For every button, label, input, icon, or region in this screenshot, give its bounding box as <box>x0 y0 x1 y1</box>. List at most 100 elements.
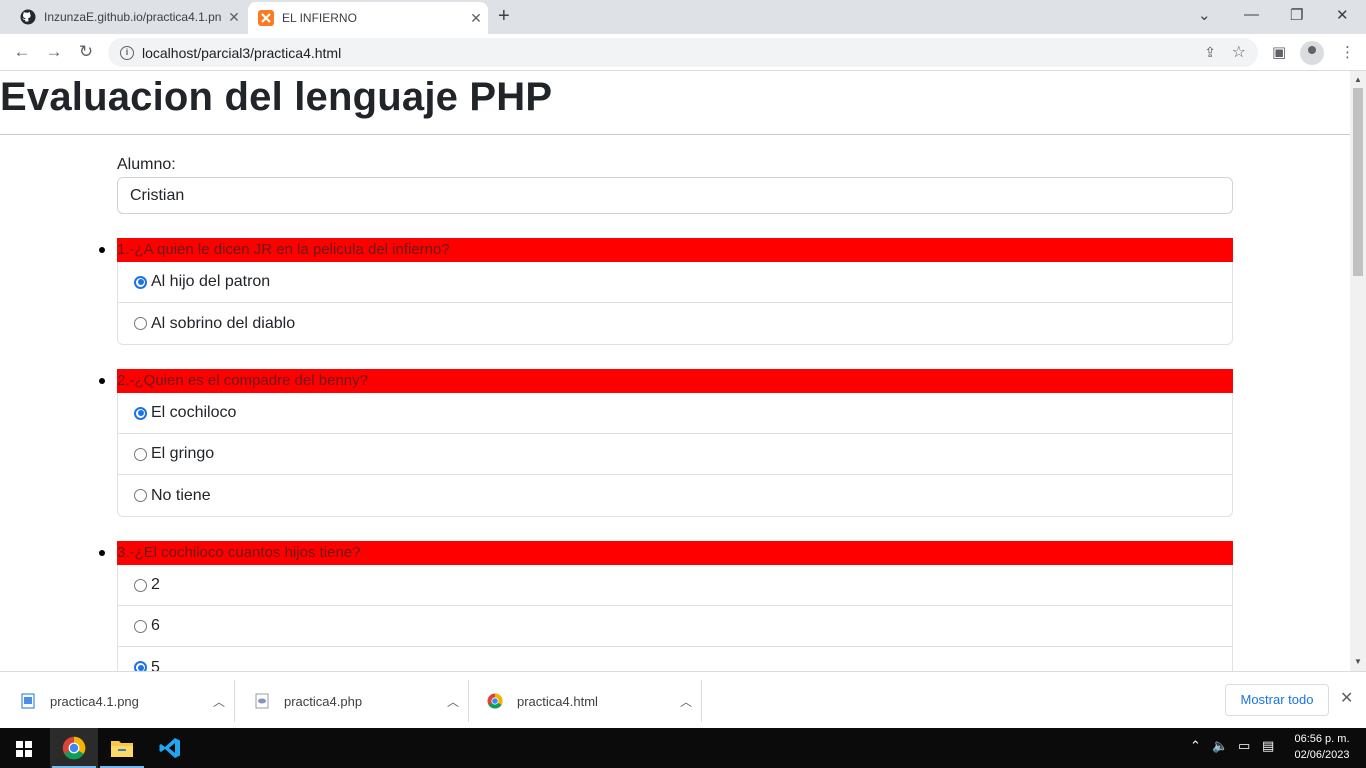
tab-el-infierno[interactable]: EL INFIERNO ✕ <box>248 2 488 34</box>
show-all-button[interactable]: Mostrar todo <box>1225 684 1329 716</box>
bookmark-star-icon[interactable]: ☆ <box>1232 42 1246 62</box>
clock-time: 06:56 p. m. <box>1294 733 1350 745</box>
windows-start-icon[interactable] <box>16 741 32 757</box>
info-icon[interactable]: i <box>120 45 134 60</box>
xampp-icon <box>258 10 274 26</box>
forward-icon[interactable]: → <box>44 42 64 62</box>
radio-button[interactable] <box>134 317 147 330</box>
radio-button-checked[interactable] <box>134 661 147 671</box>
vscode-icon <box>159 738 180 758</box>
scroll-up-icon[interactable]: ▲ <box>1354 75 1362 84</box>
option-row[interactable]: Al sobrino del diablo <box>118 303 1232 344</box>
volume-icon[interactable]: 🔈 <box>1212 738 1228 754</box>
tab-github[interactable]: InzunzaE.github.io/practica4.1.pn ✕ <box>10 0 246 34</box>
alumno-label: Alumno: <box>117 156 176 173</box>
chevron-up-icon[interactable]: ⌃ <box>1190 738 1201 754</box>
question-text: 3.-¿El cochiloco cuantos hijos tiene? <box>117 541 1233 565</box>
chevron-up-icon[interactable]: ︿ <box>671 693 701 710</box>
system-clock[interactable]: 06:56 p. m. 02/06/2023 <box>1282 731 1362 763</box>
question-text: 2.-¿Quien es el compadre del benny? <box>117 369 1233 393</box>
option-label: Al sobrino del diablo <box>151 314 296 332</box>
notifications-icon[interactable]: ▤ <box>1262 738 1274 754</box>
options-list: El cochiloco El gringo No tiene <box>117 393 1233 517</box>
option-label: El gringo <box>151 445 215 462</box>
option-label: Al hijo del patron <box>151 273 271 290</box>
option-row[interactable]: 5 <box>118 647 1232 671</box>
download-item[interactable]: practica4.php ︿ <box>236 680 469 722</box>
options-list: 2 6 5 <box>117 565 1233 671</box>
option-row[interactable]: El cochiloco <box>118 393 1232 434</box>
download-name: practica4.php <box>284 693 363 709</box>
download-item[interactable]: practica4.1.png ︿ <box>2 680 235 722</box>
address-bar[interactable]: i localhost/parcial3/practica4.html ⇪ ☆ <box>108 38 1258 67</box>
taskbar-vscode[interactable] <box>146 728 194 768</box>
option-label: No tiene <box>151 486 211 504</box>
new-tab-icon[interactable]: + <box>498 6 510 26</box>
php-file-icon <box>254 693 270 709</box>
radio-button[interactable] <box>134 578 147 592</box>
menu-icon[interactable]: ⋮ <box>1340 43 1355 61</box>
vertical-scrollbar[interactable]: ▲ ▼ <box>1350 71 1366 671</box>
back-icon[interactable]: ← <box>12 42 32 62</box>
restore-icon[interactable]: ❐ <box>1290 6 1303 24</box>
tab-search-icon[interactable]: ⌄ <box>1198 6 1211 24</box>
chrome-icon <box>62 736 86 760</box>
chevron-up-icon[interactable]: ︿ <box>204 693 234 710</box>
clock-date: 02/06/2023 <box>1294 749 1350 761</box>
tab-strip: InzunzaE.github.io/practica4.1.pn ✕ EL I… <box>0 0 1366 34</box>
bullet <box>99 247 105 253</box>
chrome-icon <box>487 693 503 709</box>
folder-icon <box>111 741 133 757</box>
url-text: localhost/parcial3/practica4.html <box>142 44 342 61</box>
tab-title: InzunzaE.github.io/practica4.1.pn <box>44 10 222 24</box>
reload-icon[interactable]: ↻ <box>76 42 96 62</box>
taskbar-chrome[interactable] <box>50 728 98 768</box>
download-name: practica4.html <box>517 693 598 709</box>
close-icon[interactable]: ✕ <box>464 10 488 27</box>
page-title: Evaluacion del lenguaje PHP <box>0 75 553 119</box>
download-shelf: practica4.1.png ︿ practica4.php ︿ practi… <box>0 671 1366 728</box>
image-file-icon <box>20 693 36 709</box>
download-name: practica4.1.png <box>50 693 139 709</box>
close-icon[interactable]: ✕ <box>222 9 246 26</box>
radio-button[interactable] <box>134 489 147 502</box>
radio-button-checked[interactable] <box>134 275 147 289</box>
bullet <box>99 550 105 556</box>
option-row[interactable]: No tiene <box>118 475 1232 516</box>
network-icon[interactable]: ▭ <box>1238 738 1250 754</box>
option-row[interactable]: El gringo <box>118 434 1232 475</box>
option-row[interactable]: Al hijo del patron <box>118 262 1232 303</box>
options-list: Al hijo del patron Al sobrino del diablo <box>117 262 1233 345</box>
option-label: 5 <box>151 658 160 672</box>
window-close-icon[interactable]: ✕ <box>1336 6 1349 24</box>
option-label: 6 <box>151 617 160 634</box>
chevron-up-icon[interactable]: ︿ <box>438 693 468 710</box>
browser-toolbar: ← → ↻ i localhost/parcial3/practica4.htm… <box>0 34 1366 71</box>
radio-button[interactable] <box>134 447 147 461</box>
radio-button[interactable] <box>134 619 147 633</box>
question-1: 1.-¿A quien le dicen JR en la pelicula d… <box>99 238 1233 345</box>
windows-taskbar: ⌃ 🔈 ▭ ▤ 06:56 p. m. 02/06/2023 <box>0 728 1366 768</box>
question-2: 2.-¿Quien es el compadre del benny? El c… <box>99 369 1233 517</box>
option-row[interactable]: 2 <box>118 565 1232 606</box>
download-item[interactable]: practica4.html ︿ <box>469 680 702 722</box>
question-text: 1.-¿A quien le dicen JR en la pelicula d… <box>117 238 1233 262</box>
page-viewport: Evaluacion del lenguaje PHP Alumno: Cris… <box>0 71 1350 671</box>
tab-title: EL INFIERNO <box>282 11 357 25</box>
scroll-down-icon[interactable]: ▼ <box>1354 657 1362 666</box>
minimize-icon[interactable]: — <box>1244 6 1259 23</box>
close-icon[interactable]: ✕ <box>1340 688 1353 708</box>
taskbar-file-explorer[interactable] <box>98 728 146 768</box>
share-icon[interactable]: ⇪ <box>1204 44 1216 61</box>
radio-button-checked[interactable] <box>134 406 147 420</box>
option-label: 2 <box>151 576 160 593</box>
question-3: 3.-¿El cochiloco cuantos hijos tiene? 2 … <box>99 541 1233 671</box>
scrollbar-thumb[interactable] <box>1353 88 1363 276</box>
divider <box>0 134 1350 135</box>
bullet <box>99 378 105 384</box>
github-icon <box>20 9 36 25</box>
profile-avatar[interactable] <box>1300 41 1324 65</box>
side-panel-icon[interactable]: ▣ <box>1272 43 1286 61</box>
option-row[interactable]: 6 <box>118 606 1232 647</box>
alumno-input[interactable]: Cristian <box>117 177 1233 214</box>
